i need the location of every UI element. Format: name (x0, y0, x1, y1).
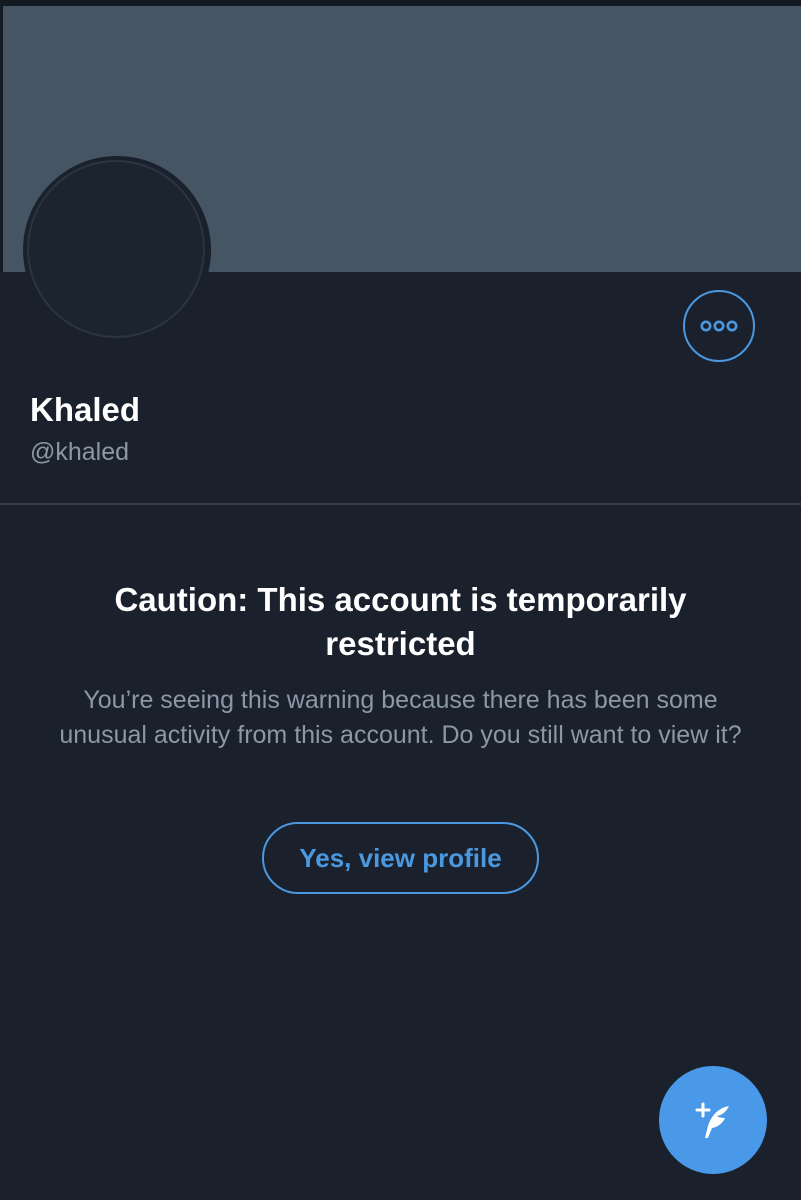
profile-screen: Khaled @khaled Caution: This account is … (0, 0, 801, 1200)
more-options-button[interactable] (683, 290, 755, 362)
compose-tweet-button[interactable] (659, 1066, 767, 1174)
compose-tweet-icon (687, 1094, 739, 1146)
username-handle: @khaled (30, 438, 130, 466)
banner-edge (0, 6, 3, 272)
warning-title: Caution: This account is temporarily res… (114, 581, 687, 662)
avatar (27, 160, 205, 338)
display-name: Khaled (30, 391, 141, 428)
view-profile-button[interactable]: Yes, view profile (262, 822, 539, 894)
section-divider (0, 503, 801, 505)
warning-message: You’re seeing this warning because there… (59, 686, 742, 749)
more-options-icon (699, 319, 739, 333)
